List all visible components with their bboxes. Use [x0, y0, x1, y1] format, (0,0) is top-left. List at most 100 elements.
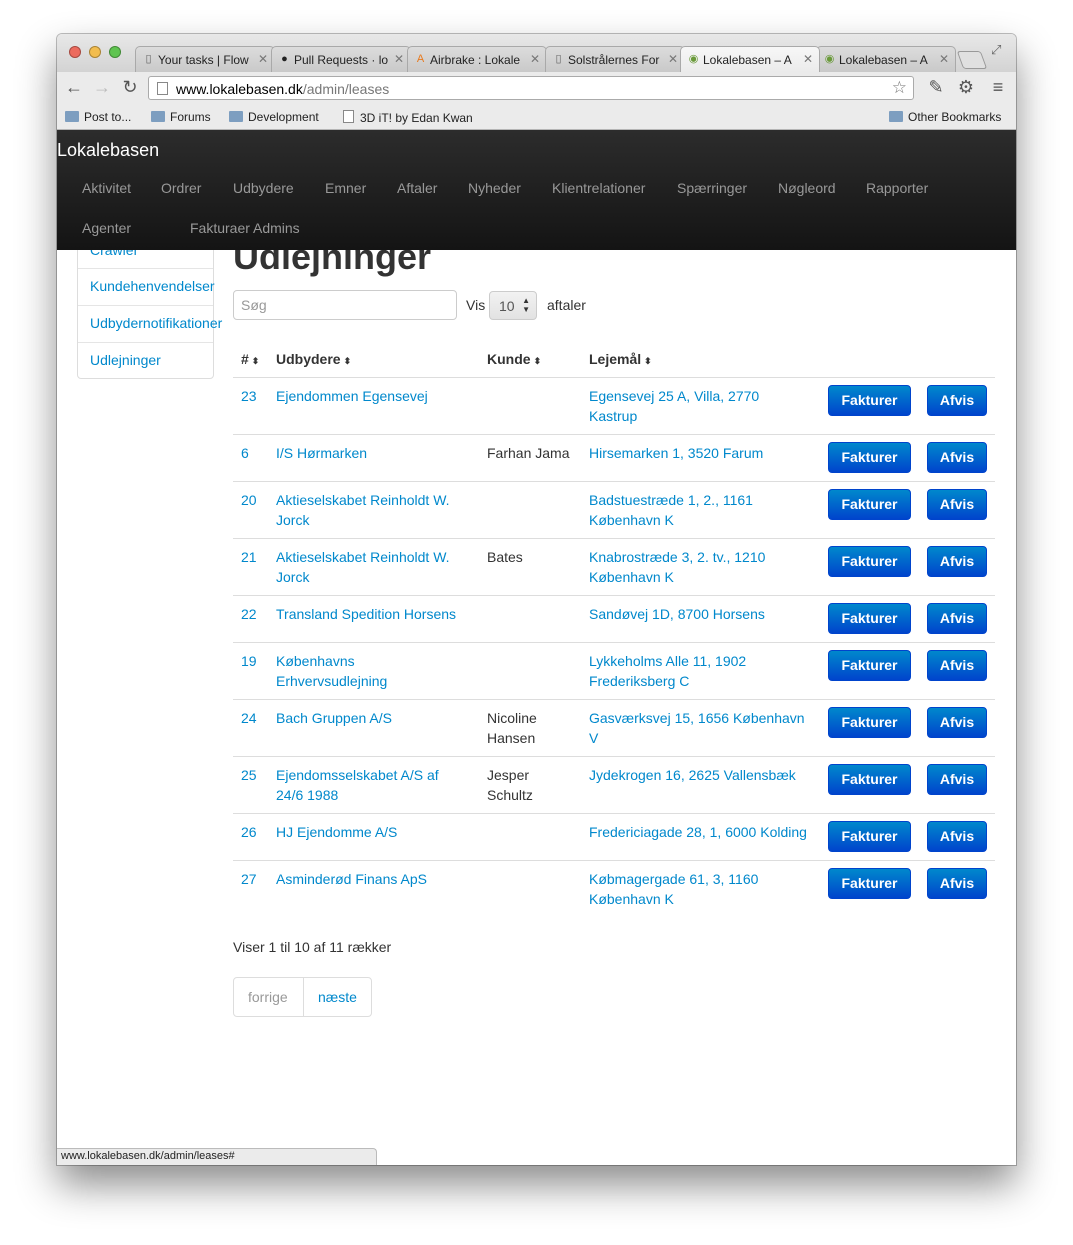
invoice-button[interactable]: Fakturer [828, 821, 911, 852]
invoice-button[interactable]: Fakturer [828, 385, 911, 416]
lease-address-link-line[interactable]: København K [589, 510, 825, 530]
provider-link[interactable]: Aktieselskabet Reinholdt W. Jorck [276, 490, 476, 530]
lease-address-link-line[interactable]: V [589, 728, 825, 748]
provider-link[interactable]: Bach Gruppen A/S [276, 708, 476, 728]
lease-address-link[interactable]: Hirsemarken 1, 3520 Farum [589, 443, 825, 463]
lease-address-link-line[interactable]: Jydekrogen 16, 2625 Vallensbæk [589, 765, 825, 785]
lease-address-link[interactable]: Købmagergade 61, 3, 1160 København K [589, 869, 825, 909]
lease-address-link-line[interactable]: Gasværksvej 15, 1656 København [589, 708, 825, 728]
brand-logo[interactable]: Lokalebasen [57, 140, 159, 161]
sidebar-item-kundehenvendelser[interactable]: Kundehenvendelser [90, 278, 215, 294]
bookmark-forums[interactable]: Forums [151, 110, 211, 124]
nav-item-udbydere[interactable]: Udbydere [233, 180, 294, 196]
lease-id-link[interactable]: 22 [241, 604, 257, 624]
provider-link-line[interactable]: I/S Hørmarken [276, 443, 476, 463]
close-tab-icon[interactable]: ✕ [939, 52, 949, 66]
provider-link-line[interactable]: 24/6 1988 [276, 785, 476, 805]
close-tab-icon[interactable]: ✕ [258, 52, 268, 66]
gear-icon[interactable]: ⚙ [955, 77, 977, 98]
provider-link-line[interactable]: HJ Ejendomme A/S [276, 822, 476, 842]
invoice-button[interactable]: Fakturer [828, 650, 911, 681]
lease-id-link[interactable]: 20 [241, 490, 257, 510]
bookmark-post-to[interactable]: Post to... [65, 110, 131, 124]
browser-tab[interactable]: A Airbrake : Lokale ✕ [407, 46, 547, 72]
browser-tab[interactable]: ● Pull Requests · lo ✕ [271, 46, 411, 72]
close-window-button[interactable] [69, 46, 81, 58]
lease-address-link[interactable]: Fredericiagade 28, 1, 6000 Kolding [589, 822, 825, 842]
lease-address-link-line[interactable]: Knabrostræde 3, 2. tv., 1210 [589, 547, 825, 567]
nav-item-admins[interactable]: Admins [253, 220, 300, 236]
lease-address-link-line[interactable]: Frederiksberg C [589, 671, 825, 691]
lease-id-link[interactable]: 26 [241, 822, 257, 842]
bookmark-development[interactable]: Development [229, 110, 319, 124]
provider-link[interactable]: Ejendomsselskabet A/S af 24/6 1988 [276, 765, 476, 805]
lease-address-link-line[interactable]: Kastrup [589, 406, 825, 426]
lease-id-link[interactable]: 21 [241, 547, 257, 567]
lease-address-link-line[interactable]: Fredericiagade 28, 1, 6000 Kolding [589, 822, 825, 842]
other-bookmarks[interactable]: Other Bookmarks [889, 110, 1001, 124]
lease-id-link[interactable]: 25 [241, 765, 257, 785]
lease-id-link[interactable]: 23 [241, 386, 257, 406]
close-tab-icon[interactable]: ✕ [668, 52, 678, 66]
column-header-id[interactable]: # ⬍ [241, 351, 259, 367]
reject-button[interactable]: Afvis [927, 764, 987, 795]
nav-item-fakturaer[interactable]: Fakturaer [190, 220, 250, 236]
new-tab-button[interactable] [956, 51, 988, 69]
search-input[interactable] [233, 290, 457, 320]
provider-link-line[interactable]: Transland Spedition Horsens [276, 604, 476, 624]
provider-link-line[interactable]: Jorck [276, 510, 476, 530]
lease-address-link-line[interactable]: Lykkeholms Alle 11, 1902 [589, 651, 825, 671]
provider-link-line[interactable]: Ejendommen Egensevej [276, 386, 476, 406]
invoice-button[interactable]: Fakturer [828, 442, 911, 473]
reject-button[interactable]: Afvis [927, 821, 987, 852]
nav-item-aftaler[interactable]: Aftaler [397, 180, 437, 196]
lease-address-link[interactable]: Jydekrogen 16, 2625 Vallensbæk [589, 765, 825, 785]
provider-link[interactable]: I/S Hørmarken [276, 443, 476, 463]
provider-link[interactable]: Ejendommen Egensevej [276, 386, 476, 406]
invoice-button[interactable]: Fakturer [828, 546, 911, 577]
close-tab-icon[interactable]: ✕ [530, 52, 540, 66]
reject-button[interactable]: Afvis [927, 546, 987, 577]
provider-link-line[interactable]: Ejendomsselskabet A/S af [276, 765, 476, 785]
provider-link-line[interactable]: Aktieselskabet Reinholdt W. [276, 490, 476, 510]
reject-button[interactable]: Afvis [927, 442, 987, 473]
lease-address-link-line[interactable]: Egensevej 25 A, Villa, 2770 [589, 386, 825, 406]
provider-link[interactable]: HJ Ejendomme A/S [276, 822, 476, 842]
fullscreen-icon[interactable]: ⤢ [991, 42, 1001, 58]
nav-item-aktivitet[interactable]: Aktivitet [82, 180, 131, 196]
reject-button[interactable]: Afvis [927, 603, 987, 634]
lease-address-link[interactable]: Gasværksvej 15, 1656 København V [589, 708, 825, 748]
invoice-button[interactable]: Fakturer [828, 707, 911, 738]
provider-link[interactable]: Københavns Erhvervsudlejning [276, 651, 476, 691]
menu-icon[interactable]: ≡ [987, 77, 1009, 98]
lease-address-link-line[interactable]: København K [589, 889, 825, 909]
bookmark-3d-it[interactable]: 3D iT! by Edan Kwan [343, 110, 473, 125]
close-tab-icon[interactable]: ✕ [394, 52, 404, 66]
browser-tab[interactable]: ◉ Lokalebasen – A ✕ [816, 46, 956, 72]
nav-item-emner[interactable]: Emner [325, 180, 366, 196]
provider-link[interactable]: Aktieselskabet Reinholdt W. Jorck [276, 547, 476, 587]
browser-tab[interactable]: ▯ Your tasks | Flow ✕ [135, 46, 275, 72]
provider-link-line[interactable]: Københavns [276, 651, 476, 671]
column-header-providers[interactable]: Udbydere ⬍ [276, 351, 351, 367]
lease-id-link[interactable]: 19 [241, 651, 257, 671]
lease-address-link-line[interactable]: Hirsemarken 1, 3520 Farum [589, 443, 825, 463]
wrench-icon[interactable]: ✎ [925, 77, 947, 98]
minimize-window-button[interactable] [89, 46, 101, 58]
lease-id-link[interactable]: 27 [241, 869, 257, 889]
provider-link[interactable]: Asminderød Finans ApS [276, 869, 476, 889]
nav-item-rapporter[interactable]: Rapporter [866, 180, 928, 196]
lease-address-link-line[interactable]: Badstuestræde 1, 2., 1161 [589, 490, 825, 510]
page-size-select[interactable]: 10 ▲ ▼ [489, 291, 537, 320]
lease-address-link[interactable]: Lykkeholms Alle 11, 1902 Frederiksberg C [589, 651, 825, 691]
column-header-customer[interactable]: Kunde ⬍ [487, 351, 541, 367]
reject-button[interactable]: Afvis [927, 489, 987, 520]
lease-address-link[interactable]: Knabrostræde 3, 2. tv., 1210 København K [589, 547, 825, 587]
lease-address-link[interactable]: Sandøvej 1D, 8700 Horsens [589, 604, 825, 624]
lease-id-link[interactable]: 6 [241, 443, 249, 463]
nav-item-nøgleord[interactable]: Nøgleord [778, 180, 836, 196]
lease-id-link[interactable]: 24 [241, 708, 257, 728]
next-page-button[interactable]: næste [318, 989, 357, 1005]
reject-button[interactable]: Afvis [927, 868, 987, 899]
reject-button[interactable]: Afvis [927, 650, 987, 681]
